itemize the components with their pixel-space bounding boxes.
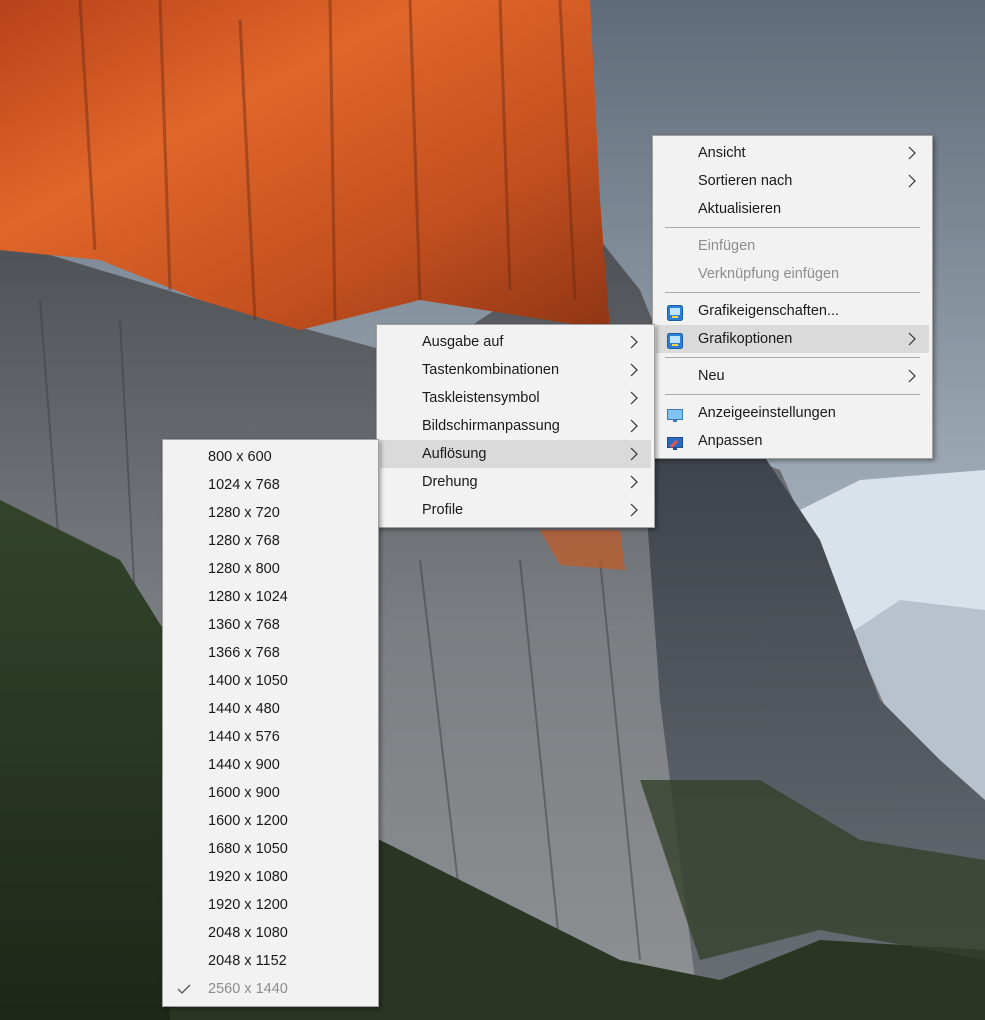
menu-item-aufloesung[interactable]: Auflösung xyxy=(380,440,651,468)
grafikoptionen-submenu: Ausgabe auf Tastenkombinationen Taskleis… xyxy=(376,324,655,528)
menu-item-label: 1440 x 576 xyxy=(208,729,280,745)
menu-item-aktualisieren[interactable]: Aktualisieren xyxy=(656,195,929,223)
resolution-option[interactable]: 2048 x 1152 xyxy=(166,947,375,975)
menu-item-einfuegen: Einfügen xyxy=(656,232,929,260)
chevron-right-icon xyxy=(627,496,641,524)
desktop[interactable]: Ansicht Sortieren nach Aktualisieren Ein… xyxy=(0,0,985,1020)
menu-item-label: Drehung xyxy=(422,474,478,490)
resolution-option[interactable]: 1360 x 768 xyxy=(166,611,375,639)
menu-item-label: 2560 x 1440 xyxy=(208,981,288,997)
menu-item-grafikeigenschaften[interactable]: Grafikeigenschaften... xyxy=(656,297,929,325)
menu-item-profile[interactable]: Profile xyxy=(380,496,651,524)
menu-item-verknuepfung-einfuegen: Verknüpfung einfügen xyxy=(656,260,929,288)
chevron-right-icon xyxy=(627,384,641,412)
menu-item-ausgabe-auf[interactable]: Ausgabe auf xyxy=(380,328,651,356)
resolution-option[interactable]: 1920 x 1080 xyxy=(166,863,375,891)
menu-separator xyxy=(665,227,920,228)
resolution-option[interactable]: 1440 x 576 xyxy=(166,723,375,751)
resolution-option[interactable]: 1366 x 768 xyxy=(166,639,375,667)
menu-item-tastenkombinationen[interactable]: Tastenkombinationen xyxy=(380,356,651,384)
menu-item-sortieren-nach[interactable]: Sortieren nach xyxy=(656,167,929,195)
menu-item-label: 1366 x 768 xyxy=(208,645,280,661)
resolution-option[interactable]: 800 x 600 xyxy=(166,443,375,471)
menu-item-label: 1920 x 1080 xyxy=(208,869,288,885)
menu-item-bildschirmanpassung[interactable]: Bildschirmanpassung xyxy=(380,412,651,440)
chevron-right-icon xyxy=(905,325,919,353)
menu-item-label: 1400 x 1050 xyxy=(208,673,288,689)
menu-item-label: Sortieren nach xyxy=(698,173,793,189)
resolution-option[interactable]: 1024 x 768 xyxy=(166,471,375,499)
menu-item-label: 1280 x 720 xyxy=(208,505,280,521)
menu-item-label: 1360 x 768 xyxy=(208,617,280,633)
resolution-option[interactable]: 1600 x 1200 xyxy=(166,807,375,835)
menu-separator xyxy=(665,292,920,293)
resolution-option[interactable]: 1280 x 768 xyxy=(166,527,375,555)
menu-item-label: 800 x 600 xyxy=(208,449,272,465)
menu-item-drehung[interactable]: Drehung xyxy=(380,468,651,496)
resolution-option[interactable]: 1280 x 720 xyxy=(166,499,375,527)
chevron-right-icon xyxy=(905,362,919,390)
menu-item-label: Neu xyxy=(698,368,725,384)
menu-item-label: Grafikoptionen xyxy=(698,331,793,347)
personalize-icon xyxy=(667,433,683,450)
resolution-option[interactable]: 1440 x 900 xyxy=(166,751,375,779)
resolution-option[interactable]: 1280 x 1024 xyxy=(166,583,375,611)
menu-item-taskleistensymbol[interactable]: Taskleistensymbol xyxy=(380,384,651,412)
resolution-option[interactable]: 1400 x 1050 xyxy=(166,667,375,695)
chevron-right-icon xyxy=(905,139,919,167)
checkmark-icon xyxy=(176,975,192,1003)
menu-item-ansicht[interactable]: Ansicht xyxy=(656,139,929,167)
menu-item-label: 1024 x 768 xyxy=(208,477,280,493)
menu-item-label: 1280 x 800 xyxy=(208,561,280,577)
intel-graphics-icon xyxy=(667,303,683,321)
resolution-option[interactable]: 2048 x 1080 xyxy=(166,919,375,947)
menu-item-label: 1920 x 1200 xyxy=(208,897,288,913)
resolution-option[interactable]: 1280 x 800 xyxy=(166,555,375,583)
menu-item-anzeigeeinstellungen[interactable]: Anzeigeeinstellungen xyxy=(656,399,929,427)
menu-separator xyxy=(665,394,920,395)
menu-item-label: Anzeigeeinstellungen xyxy=(698,405,836,421)
chevron-right-icon xyxy=(627,328,641,356)
menu-item-label: 2048 x 1080 xyxy=(208,925,288,941)
menu-item-grafikoptionen[interactable]: Grafikoptionen xyxy=(656,325,929,353)
menu-item-label: 1600 x 900 xyxy=(208,785,280,801)
desktop-context-menu: Ansicht Sortieren nach Aktualisieren Ein… xyxy=(652,135,933,459)
menu-item-label: 1280 x 1024 xyxy=(208,589,288,605)
menu-item-label: Taskleistensymbol xyxy=(422,390,540,406)
intel-graphics-icon xyxy=(667,331,683,349)
resolution-option[interactable]: 1600 x 900 xyxy=(166,779,375,807)
chevron-right-icon xyxy=(627,468,641,496)
chevron-right-icon xyxy=(627,356,641,384)
display-settings-icon xyxy=(667,405,683,422)
menu-item-label: 1440 x 900 xyxy=(208,757,280,773)
menu-item-label: Tastenkombinationen xyxy=(422,362,560,378)
menu-separator xyxy=(665,357,920,358)
resolution-option[interactable]: 1920 x 1200 xyxy=(166,891,375,919)
resolution-option[interactable]: 1440 x 480 xyxy=(166,695,375,723)
resolution-option[interactable]: 1680 x 1050 xyxy=(166,835,375,863)
menu-item-label: Bildschirmanpassung xyxy=(422,418,560,434)
menu-item-label: Auflösung xyxy=(422,446,487,462)
menu-item-anpassen[interactable]: Anpassen xyxy=(656,427,929,455)
menu-item-label: Ansicht xyxy=(698,145,746,161)
menu-item-label: Grafikeigenschaften... xyxy=(698,303,840,319)
chevron-right-icon xyxy=(627,440,641,468)
menu-item-label: Aktualisieren xyxy=(698,201,782,217)
menu-item-label: Einfügen xyxy=(698,238,756,254)
menu-item-neu[interactable]: Neu xyxy=(656,362,929,390)
menu-item-label: 1280 x 768 xyxy=(208,533,280,549)
chevron-right-icon xyxy=(905,167,919,195)
menu-item-label: Profile xyxy=(422,502,464,518)
aufloesung-submenu: 800 x 600 1024 x 768 1280 x 720 1280 x 7… xyxy=(162,439,379,1007)
menu-item-label: Verknüpfung einfügen xyxy=(698,266,840,282)
menu-item-label: 2048 x 1152 xyxy=(208,953,287,969)
chevron-right-icon xyxy=(627,412,641,440)
menu-item-label: Ausgabe auf xyxy=(422,334,504,350)
menu-item-label: 1440 x 480 xyxy=(208,701,280,717)
menu-item-label: Anpassen xyxy=(698,433,763,449)
menu-item-label: 1600 x 1200 xyxy=(208,813,288,829)
menu-item-label: 1680 x 1050 xyxy=(208,841,288,857)
resolution-option-current: 2560 x 1440 xyxy=(166,975,375,1003)
